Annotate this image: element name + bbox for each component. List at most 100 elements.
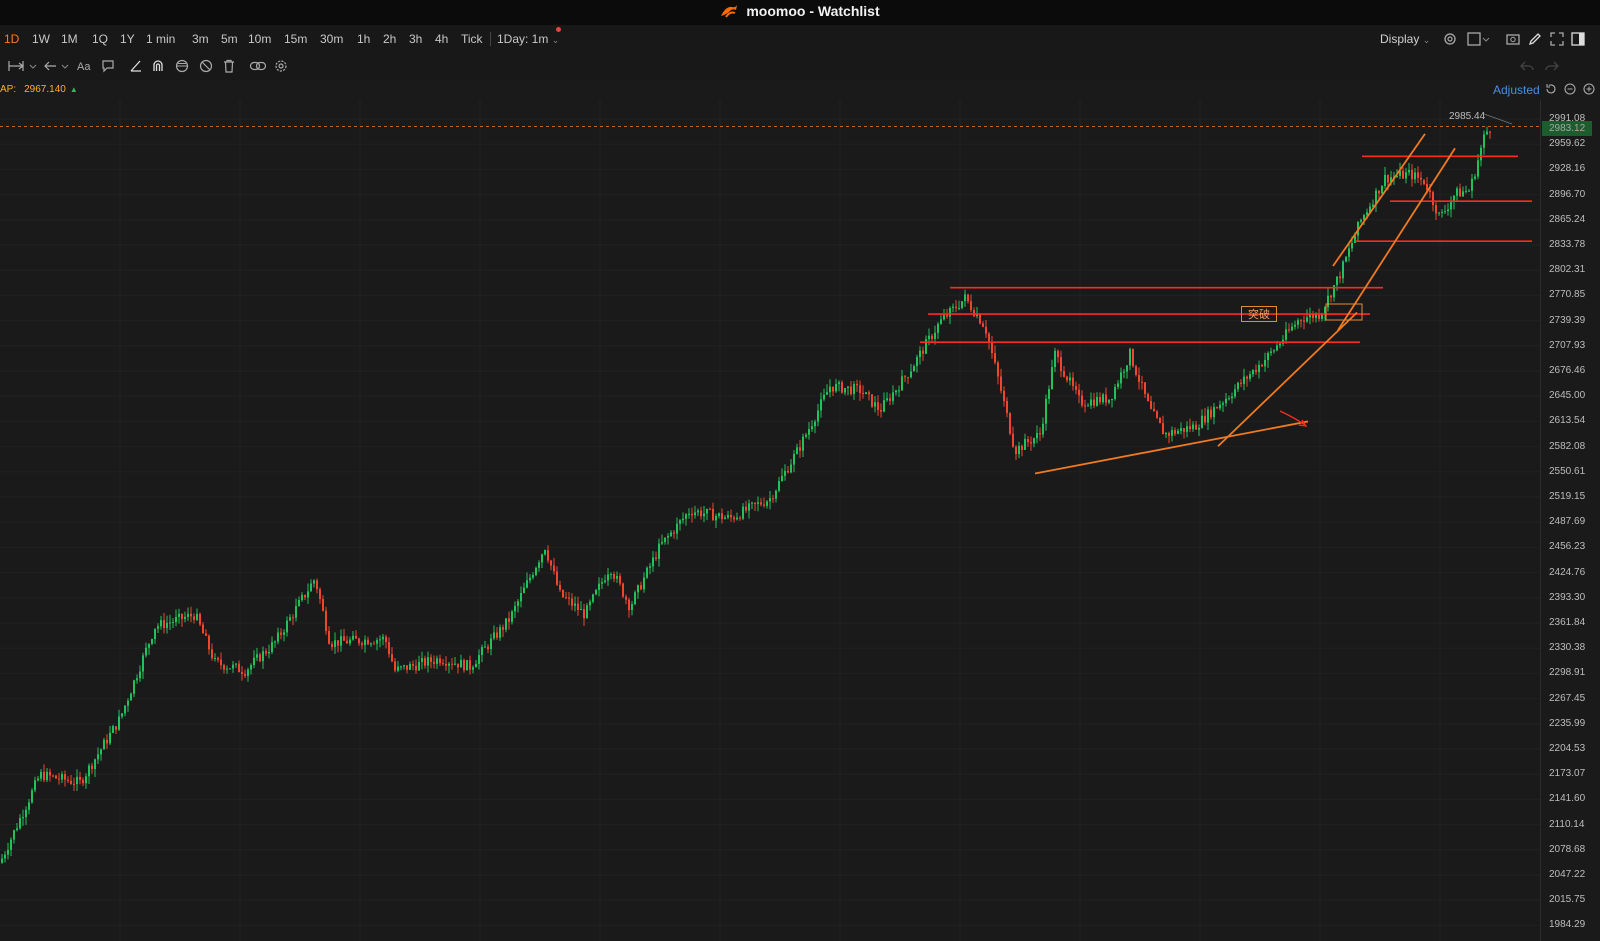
candle-body xyxy=(175,616,177,623)
timeframe-3h[interactable]: 3h xyxy=(409,32,422,46)
channel-icon[interactable] xyxy=(174,58,190,74)
timeframe-tick[interactable]: Tick xyxy=(461,32,483,46)
candle-body xyxy=(553,565,555,572)
candle-body xyxy=(1198,427,1200,430)
candle-body xyxy=(817,410,819,422)
candle-body xyxy=(658,543,660,559)
timeframe-1w[interactable]: 1W xyxy=(32,32,50,46)
candle-body xyxy=(496,632,498,638)
timeframe-10m[interactable]: 10m xyxy=(248,32,271,46)
candlestick-chart[interactable] xyxy=(0,100,1540,941)
candle-body xyxy=(1012,433,1014,447)
timeframe-1h[interactable]: 1h xyxy=(357,32,370,46)
candle-body xyxy=(781,475,783,481)
pencil-icon[interactable] xyxy=(1527,31,1543,47)
candle-body xyxy=(322,599,324,611)
sidebar-toggle-icon[interactable] xyxy=(1570,31,1586,47)
candle-body xyxy=(1207,409,1209,423)
hide-icon[interactable] xyxy=(198,58,214,74)
candle-body xyxy=(1177,430,1179,434)
link-icon[interactable] xyxy=(249,58,267,74)
candle-body xyxy=(139,671,141,679)
candle-body xyxy=(79,776,81,780)
candle-body xyxy=(697,510,699,513)
timeframe-1-min[interactable]: 1 min xyxy=(146,32,175,46)
candle-body xyxy=(355,635,357,639)
timeframe-1d[interactable]: 1D xyxy=(4,32,19,46)
measure-icon[interactable] xyxy=(6,58,40,74)
candle-body xyxy=(592,594,594,602)
redo-icon[interactable] xyxy=(1544,58,1560,74)
timeframe-30m[interactable]: 30m xyxy=(320,32,343,46)
candle-body xyxy=(1171,430,1173,436)
timeframe-1y[interactable]: 1Y xyxy=(120,32,135,46)
candle-body xyxy=(1339,276,1341,279)
candle-body xyxy=(808,429,810,435)
zoom-in-icon[interactable] xyxy=(1582,82,1596,96)
price-tick: 2235.99 xyxy=(1549,717,1586,729)
candle-body xyxy=(49,771,51,776)
text-icon[interactable]: Aa xyxy=(76,58,94,74)
interval-select[interactable]: 1Day: 1m ⌄ xyxy=(497,32,559,46)
adjusted-toggle[interactable]: Adjusted xyxy=(1493,83,1541,97)
candle-body xyxy=(1147,394,1149,402)
settings-icon[interactable] xyxy=(273,58,289,74)
chevron-down-icon: ⌄ xyxy=(551,35,560,45)
timeframe-1q[interactable]: 1Q xyxy=(92,32,108,46)
candle-body xyxy=(673,532,675,534)
candle-body xyxy=(484,646,486,648)
candle-body xyxy=(1204,415,1206,423)
candle-body xyxy=(715,515,717,521)
up-arrow-icon: ▲ xyxy=(69,85,78,94)
vwap-indicator[interactable]: AP: 2967.140 ▲ xyxy=(0,84,78,95)
timeframe-2h[interactable]: 2h xyxy=(383,32,396,46)
candle-body xyxy=(85,776,87,784)
candle-body xyxy=(1102,394,1104,403)
candle-body xyxy=(235,663,237,665)
candle-body xyxy=(784,470,786,476)
candle-body xyxy=(877,402,879,410)
gear-icon[interactable] xyxy=(1442,31,1458,47)
candle-body xyxy=(661,542,663,544)
display-menu[interactable]: Display ⌄ xyxy=(1380,32,1430,46)
undo-icon[interactable] xyxy=(1519,58,1535,74)
candle-body xyxy=(640,585,642,590)
candle-body xyxy=(970,301,972,311)
timeframe-3m[interactable]: 3m xyxy=(192,32,209,46)
delete-icon[interactable] xyxy=(221,58,237,74)
timeframe-5m[interactable]: 5m xyxy=(221,32,238,46)
comment-icon[interactable] xyxy=(100,58,116,74)
candle-body xyxy=(313,580,315,584)
arrow-icon[interactable] xyxy=(42,58,72,74)
candle-body xyxy=(505,618,507,630)
candle-body xyxy=(43,771,45,781)
candle-body xyxy=(1135,366,1137,375)
candle-body xyxy=(568,597,570,599)
candle-body xyxy=(70,780,72,784)
reset-icon[interactable] xyxy=(1544,82,1558,96)
trendline-icon[interactable] xyxy=(128,58,144,74)
candle-body xyxy=(1150,401,1152,409)
timeframe-4h[interactable]: 4h xyxy=(435,32,448,46)
timeframe-15m[interactable]: 15m xyxy=(284,32,307,46)
zoom-out-icon[interactable] xyxy=(1563,82,1577,96)
layout-select-icon[interactable] xyxy=(1466,31,1492,47)
candle-body xyxy=(19,818,21,829)
candle-body xyxy=(910,371,912,378)
candle-body xyxy=(1441,211,1443,213)
candle-body xyxy=(25,809,27,818)
candle-body xyxy=(376,640,378,644)
breakout-annotation[interactable]: 突破 xyxy=(1241,306,1277,322)
magnet-icon[interactable] xyxy=(150,58,166,74)
camera-icon[interactable] xyxy=(1505,31,1521,47)
price-axis[interactable]: 2991.08 2959.62 2928.16 2896.70 2865.24 2833.… xyxy=(1540,100,1600,941)
candle-body xyxy=(529,577,531,581)
candle-body xyxy=(307,591,309,598)
candle-body xyxy=(607,574,609,581)
candle-body xyxy=(1387,174,1389,183)
candle-body xyxy=(991,341,993,354)
expand-icon[interactable] xyxy=(1549,31,1565,47)
timeframe-1m[interactable]: 1M xyxy=(61,32,78,46)
candle-body xyxy=(829,386,831,393)
candle-body xyxy=(937,323,939,333)
